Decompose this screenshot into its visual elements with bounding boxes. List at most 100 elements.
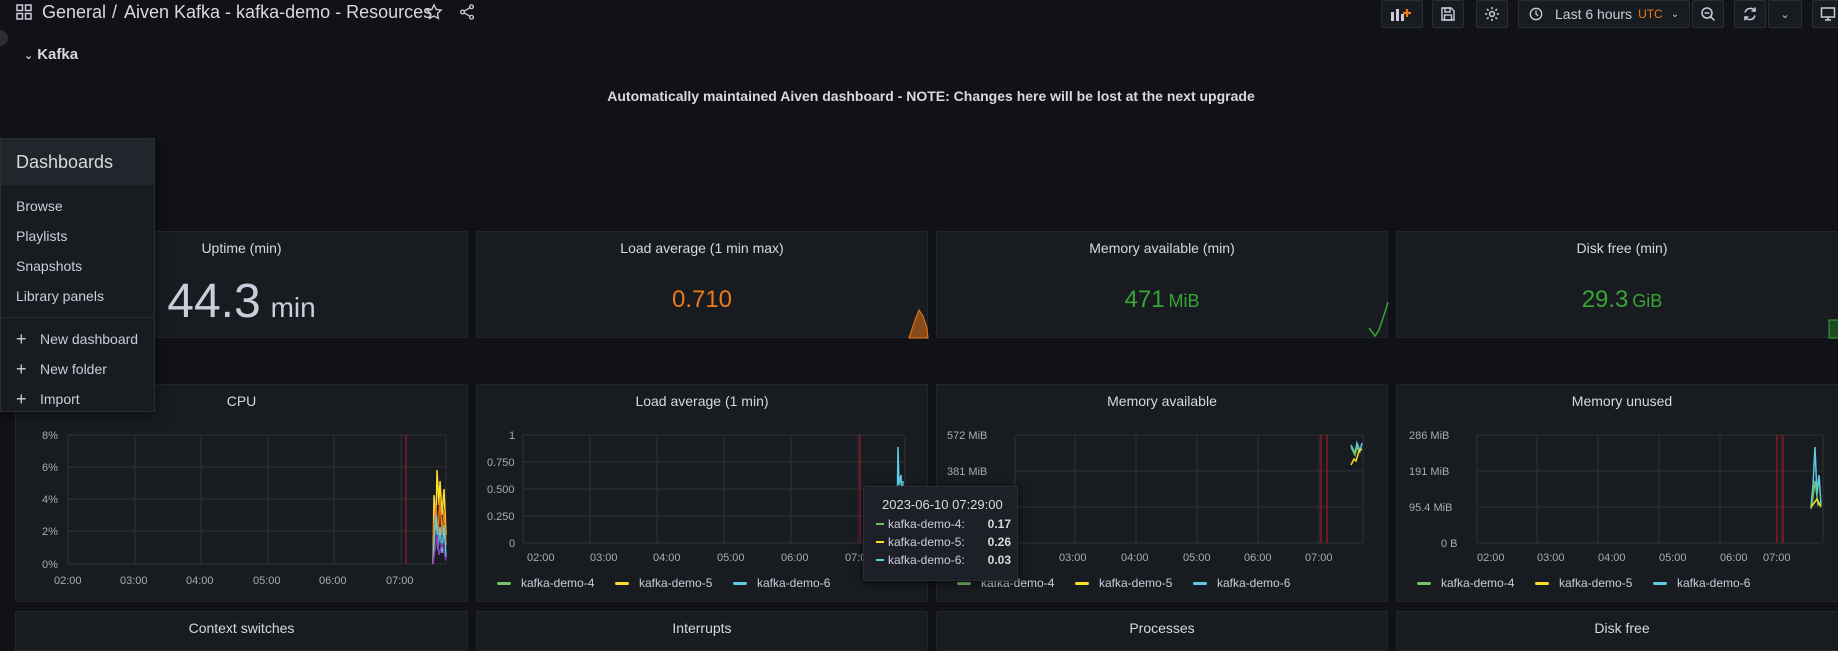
legend-item[interactable]: kafka-demo-4 [1417,576,1514,590]
x-tick: 02:00 [54,575,82,587]
x-tick: 05:00 [717,552,745,564]
y-tick: 381 MiB [947,466,987,478]
legend-item[interactable]: kafka-demo-5 [615,576,712,590]
x-tick: 06:00 [1244,552,1272,564]
load-graph: 1 0.750 0.500 0.250 0 02:00 03:00 04:00 … [487,430,906,564]
legend-item[interactable]: kafka-demo-6 [1193,576,1290,590]
x-tick: 06:00 [781,552,809,564]
menu-item-snapshots[interactable]: Snapshots [1,251,154,281]
graph-panel-memory-unused: Memory unused 286 MiB 191 MiB 95.4 MiB 0… [1396,384,1838,602]
plus-icon: + [16,358,27,379]
timezone-label: UTC [1638,7,1663,21]
save-button[interactable] [1432,0,1464,28]
zoom-out-button[interactable] [1692,0,1724,28]
tooltip-row: kafka-demo-5: 0.26 [876,535,1011,549]
y-tick: 6% [42,462,58,474]
share-icon[interactable] [458,3,476,26]
dashboard-title[interactable]: Aiven Kafka - kafka-demo - Resources [124,2,432,23]
menu-item-playlists[interactable]: Playlists [1,221,154,251]
menu-item-browse[interactable]: Browse [1,191,154,221]
y-tick: 0 B [1441,538,1458,550]
time-picker[interactable]: Last 6 hours UTC ⌄ [1518,0,1690,28]
plus-icon: + [16,388,27,409]
menu-item-new-dashboard[interactable]: + New dashboard [1,324,154,354]
tv-mode-button[interactable] [1812,0,1838,28]
y-tick: 1 [509,430,515,442]
legend-label: kafka-demo-6 [757,576,831,590]
x-tick: 07:00 [386,575,414,587]
legend-label: kafka-demo-6 [1677,576,1751,590]
x-tick: 02:00 [527,552,555,564]
chevron-down-icon: ⌄ [1670,8,1680,20]
legend-item[interactable]: kafka-demo-6 [733,576,830,590]
menu-item-library-panels[interactable]: Library panels [1,281,154,311]
tooltip-row: kafka-demo-6: 0.03 [876,553,1011,567]
menu-item-import[interactable]: + Import [1,384,154,414]
legend-label: kafka-demo-5 [639,576,713,590]
uptime-value: 44.3 [167,275,261,328]
x-tick: 02:00 [1477,552,1505,564]
save-icon [1441,7,1455,21]
legend-item[interactable]: kafka-demo-5 [1535,576,1632,590]
panel-title: Processes [1129,620,1195,636]
y-tick: 0 [509,538,515,550]
x-tick: 06:00 [1720,552,1748,564]
x-tick: 04:00 [653,552,681,564]
dashboards-grid-icon[interactable] [16,4,32,25]
time-range-label: Last 6 hours [1555,6,1633,22]
y-tick: 286 MiB [1409,430,1449,442]
legend-item[interactable]: kafka-demo-5 [1075,576,1172,590]
legend-label: kafka-demo-5 [1559,576,1633,590]
x-tick: 03:00 [1059,552,1087,564]
graph-panel-load-average: Load average (1 min) 1 0.750 0.500 0.250… [476,384,928,602]
y-tick: 191 MiB [1409,466,1449,478]
star-icon[interactable] [425,3,443,26]
breadcrumb-root[interactable]: General [42,2,106,23]
menu-item-label: Import [40,391,80,407]
monitor-icon [1820,7,1836,21]
chevron-down-icon: ⌄ [1780,8,1790,21]
y-tick: 8% [42,430,58,442]
tooltip-series-value: 0.03 [987,553,1011,567]
y-tick: 0.250 [487,511,515,523]
add-panel-button[interactable] [1381,0,1423,28]
legend-label: kafka-demo-5 [1099,576,1173,590]
x-tick: 07:00 [1763,552,1791,564]
panel-interrupts: Interrupts [476,611,928,651]
legend-item[interactable]: kafka-demo-6 [1653,576,1750,590]
tooltip-series-name: kafka-demo-5: [888,535,965,549]
row-header-kafka[interactable]: ⌄ Kafka [24,46,78,63]
row-title: Kafka [37,46,79,63]
menu-heading[interactable]: Dashboards [1,139,154,185]
x-tick: 05:00 [1659,552,1687,564]
clock-icon [1529,7,1543,21]
tooltip-series-name: kafka-demo-4: [888,517,965,531]
tooltip-row: kafka-demo-4: 0.17 [876,517,1011,531]
gear-icon [1485,7,1499,21]
stat-panel-disk-free-min: Disk free (min) 29.3 GiB [1396,231,1838,339]
x-tick: 03:00 [590,552,618,564]
x-tick: 04:00 [1121,552,1149,564]
refresh-interval-dropdown[interactable]: ⌄ [1768,0,1802,28]
tooltip-series-value: 0.26 [987,535,1011,549]
sparkline [1368,301,1389,338]
legend-item[interactable]: kafka-demo-4 [497,576,594,590]
y-tick: 0.500 [487,484,515,496]
x-tick: 04:00 [186,575,214,587]
graph-panel-cpu: CPU 8% 6% 4% 2% 0% 02:00 03:00 04:00 05:… [15,384,468,602]
cpu-series-spikes [432,469,447,565]
x-tick: 06:00 [319,575,347,587]
tooltip-series-value: 0.17 [987,517,1011,531]
dashboards-menu: Dashboards Browse Playlists Snapshots Li… [0,138,155,412]
settings-button[interactable] [1476,0,1508,28]
stat-panel-memory-available-min: Memory available (min) 471 MiB [936,231,1389,338]
y-tick: 4% [42,494,58,506]
sidebar-toggle-handle[interactable] [0,30,8,46]
menu-item-new-folder[interactable]: + New folder [1,354,154,384]
x-tick: 03:00 [120,575,148,587]
x-tick: 05:00 [253,575,281,587]
menu-divider [1,317,154,318]
zoom-out-icon [1701,7,1716,22]
x-tick: 03:00 [1537,552,1565,564]
refresh-button[interactable] [1734,0,1766,28]
